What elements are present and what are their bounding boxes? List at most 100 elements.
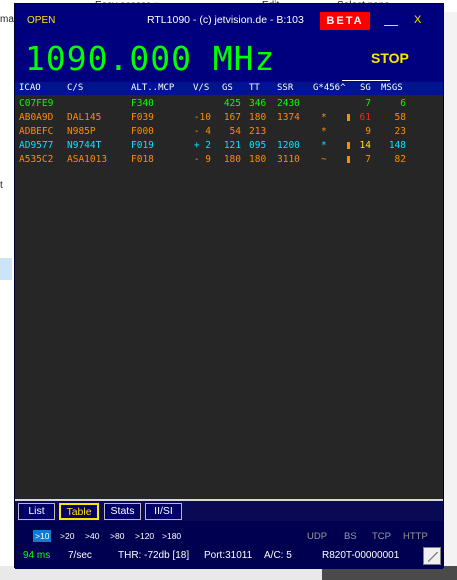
row-icao: A535C2 [19, 154, 54, 165]
row-vertical-speed: -10 [193, 112, 211, 123]
row-altitude: F019 [131, 140, 154, 151]
row-squawk: 1200 [277, 140, 300, 151]
device-name: R820T-00000001 [322, 550, 400, 561]
screen: Easy access ▾ Edit Select none mar t OPE… [0, 0, 457, 580]
col-callsign[interactable]: C/S [67, 83, 83, 93]
status-bar: >10 >20 >40 >80 >120 >180 UDP BS TCP HTT… [15, 521, 443, 569]
range-filter-120[interactable]: >120 [135, 530, 154, 542]
title-bar[interactable]: OPEN RTL1090 - (c) jetvision.de - B:103 … [15, 4, 443, 34]
tcp-indicator[interactable]: TCP [372, 531, 391, 542]
bs-indicator[interactable]: BS [344, 531, 357, 542]
background-left-strip [0, 12, 14, 580]
table-row[interactable]: ADBEFC N985P F000 - 4 54 213 * 9 23 [15, 125, 443, 139]
tab-ii-si[interactable]: II/SI [145, 503, 182, 520]
port-readout: Port:31011 [204, 550, 253, 561]
threshold-readout: THR: -72db [18] [118, 550, 190, 561]
row-messages: 58 [394, 112, 406, 123]
stop-button[interactable]: STOP [371, 50, 409, 66]
background-selected-item [0, 258, 12, 280]
sort-indicator [342, 80, 390, 81]
table-row[interactable]: C07FE9 F340 425 346 2430 7 6 [15, 97, 443, 111]
message-rate: 7/sec [68, 550, 92, 561]
row-vertical-speed: - 9 [193, 154, 211, 165]
row-ground-speed: 167 [223, 112, 241, 123]
row-track: 180 [249, 154, 267, 165]
row-icao: ADBEFC [19, 126, 54, 137]
http-indicator[interactable]: HTTP [403, 531, 428, 542]
row-squawk: 1374 [277, 112, 300, 123]
range-filter-80[interactable]: >80 [110, 530, 124, 542]
row-callsign: ASA1013 [67, 154, 108, 165]
col-flags[interactable]: G*456^ [313, 83, 346, 93]
row-messages: 148 [388, 140, 406, 151]
table-row[interactable]: AD9577 N9744T F019 + 2 121 095 1200 * 14 148 [15, 139, 443, 153]
col-ground-speed[interactable]: GS [222, 83, 233, 93]
row-ground-speed: 180 [223, 154, 241, 165]
row-callsign: DAL145 [67, 112, 102, 123]
signal-bar-icon [347, 142, 350, 149]
row-callsign: N9744T [67, 140, 102, 151]
beta-badge: BETA [320, 12, 370, 30]
row-flag: * [321, 140, 327, 151]
signal-bar-icon [347, 114, 350, 121]
row-ground-speed: 54 [229, 126, 241, 137]
tab-stats[interactable]: Stats [104, 503, 141, 520]
row-messages: 23 [394, 126, 406, 137]
view-tabs: List Table Stats II/SI [15, 499, 443, 521]
row-callsign: N985P [67, 126, 96, 137]
row-vertical-speed: + 2 [193, 140, 211, 151]
row-signal: 14 [359, 140, 371, 151]
range-filter-10[interactable]: >10 [33, 530, 52, 542]
row-altitude: F018 [131, 154, 154, 165]
row-flag: ~ [321, 154, 327, 165]
col-icao[interactable]: ICAO [19, 83, 41, 93]
minimize-button[interactable] [382, 13, 400, 28]
row-ground-speed: 425 [223, 98, 241, 109]
row-flag: * [321, 112, 327, 123]
row-altitude: F039 [131, 112, 154, 123]
frequency-panel: 1090.000 MHz STOP [15, 34, 443, 81]
row-track: 213 [249, 126, 267, 137]
background-left-text-2: t [0, 180, 3, 191]
latency-readout: 94 ms [23, 550, 51, 561]
row-signal: 61 [359, 112, 371, 123]
col-squawk[interactable]: SSR [277, 83, 293, 93]
row-icao: AB0A9D [19, 112, 54, 123]
close-button[interactable]: X [414, 14, 421, 26]
range-filter-20[interactable]: >20 [60, 530, 74, 542]
col-messages[interactable]: MSGS [381, 83, 403, 93]
row-altitude: F000 [131, 126, 154, 137]
col-signal[interactable]: SG [360, 83, 371, 93]
col-track[interactable]: TT [249, 83, 260, 93]
row-track: 095 [249, 140, 267, 151]
row-signal: 7 [365, 98, 371, 109]
signal-bar-icon [347, 156, 350, 163]
row-ground-speed: 121 [223, 140, 241, 151]
col-altitude[interactable]: ALT..MCP [131, 83, 174, 93]
resize-grip-icon[interactable] [423, 547, 441, 565]
row-track: 346 [249, 98, 267, 109]
row-squawk: 2430 [277, 98, 300, 109]
frequency-display: 1090.000 MHz [25, 39, 276, 78]
row-icao: C07FE9 [19, 98, 54, 109]
row-signal: 9 [365, 126, 371, 137]
table-row[interactable]: A535C2 ASA1013 F018 - 9 180 180 3110 ~7 82 [15, 153, 443, 167]
tab-table[interactable]: Table [59, 503, 99, 520]
rtl1090-window: OPEN RTL1090 - (c) jetvision.de - B:103 … [14, 3, 444, 569]
udp-indicator[interactable]: UDP [307, 531, 327, 542]
row-squawk: 3110 [277, 154, 300, 165]
table-row[interactable]: AB0A9D DAL145 F039 -10 167 180 1374 * 61 58 [15, 111, 443, 125]
row-messages: 6 [400, 98, 406, 109]
aircraft-table: C07FE9 F340 425 346 2430 7 6 AB0A9D DAL145 F039 -1… [15, 95, 443, 499]
col-vertical-speed[interactable]: V/S [193, 83, 209, 93]
range-filter-40[interactable]: >40 [85, 530, 99, 542]
tab-list[interactable]: List [18, 503, 55, 520]
row-track: 180 [249, 112, 267, 123]
row-messages: 82 [394, 154, 406, 165]
row-vertical-speed: - 4 [193, 126, 211, 137]
row-altitude: F340 [131, 98, 154, 109]
open-button[interactable]: OPEN [27, 15, 55, 26]
table-header: ICAO C/S ALT..MCP V/S GS TT SSR G*456^ S… [15, 82, 443, 95]
range-filter-180[interactable]: >180 [162, 530, 181, 542]
row-flag: * [321, 126, 327, 137]
